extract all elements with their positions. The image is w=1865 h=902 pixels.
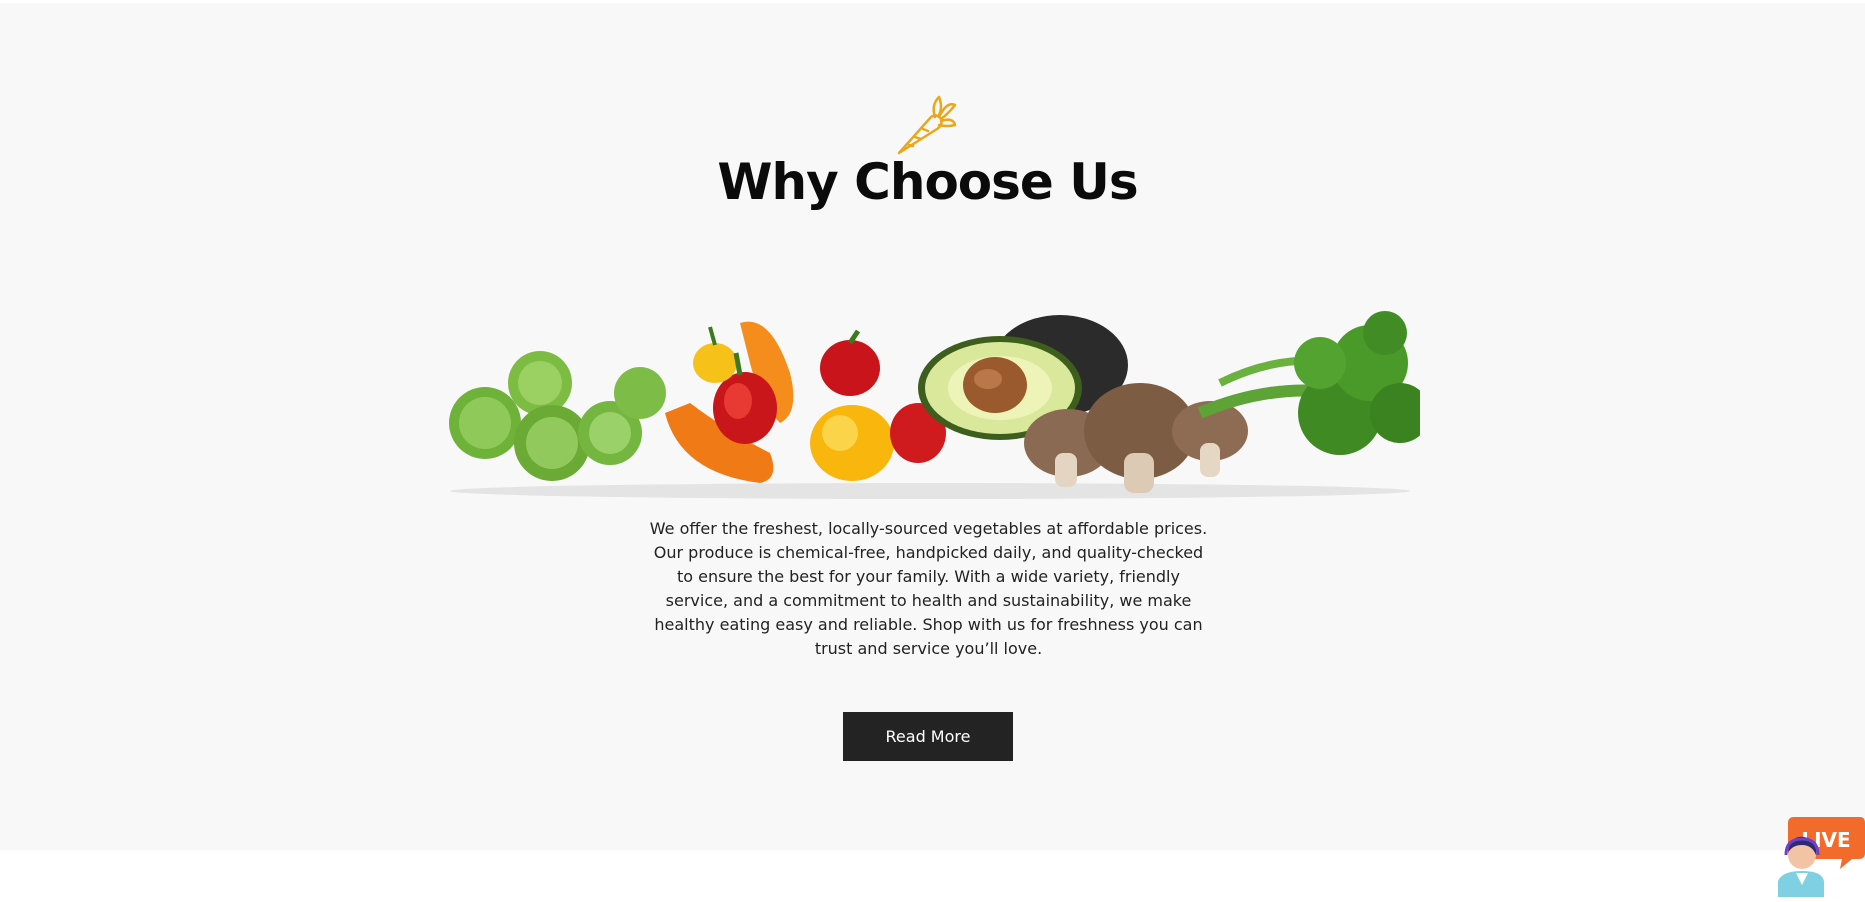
read-more-button[interactable]: Read More bbox=[843, 712, 1013, 761]
why-choose-us-section: Why Choose Us We offer the freshest, loc… bbox=[0, 3, 1865, 850]
live-chat-widget[interactable]: LIVE bbox=[1778, 815, 1865, 897]
section-title: Why Choose Us bbox=[717, 153, 1138, 211]
vegetables-image bbox=[449, 311, 1420, 499]
section-description: We offer the freshest, locally-sourced v… bbox=[649, 519, 1208, 658]
brussels-sprouts bbox=[449, 351, 666, 481]
support-agent-icon: LIVE bbox=[1778, 817, 1865, 897]
carrot-icon bbox=[897, 95, 957, 155]
peppers bbox=[665, 321, 946, 483]
